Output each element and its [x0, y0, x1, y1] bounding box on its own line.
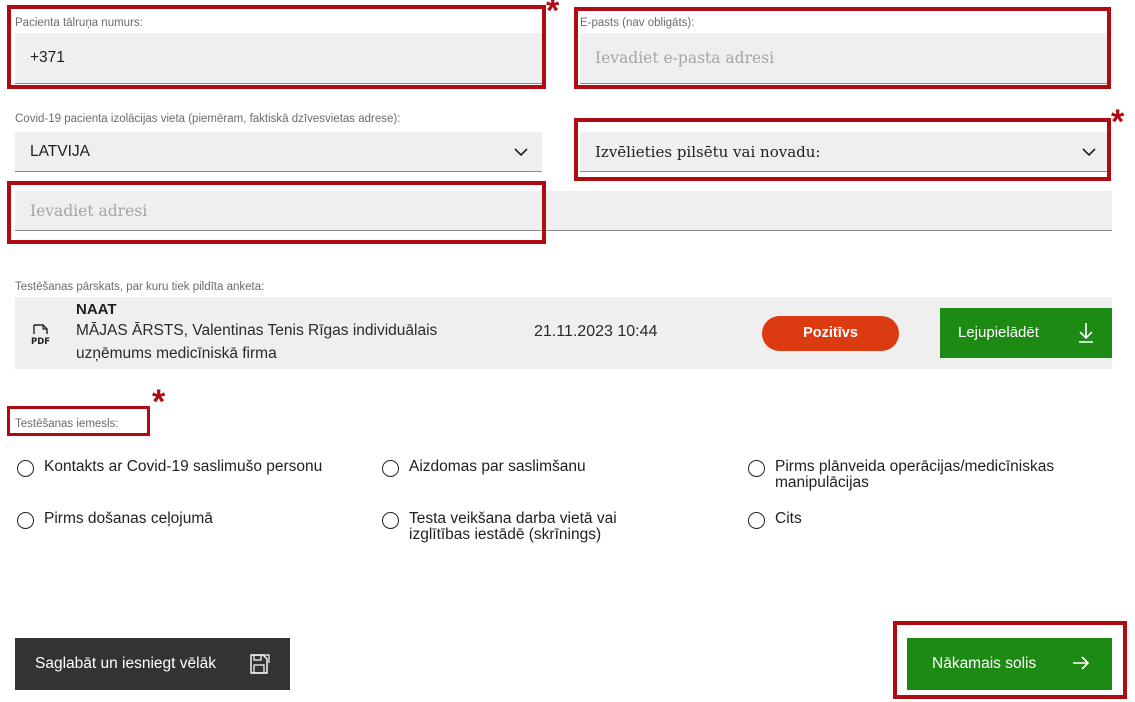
radio-suspicion[interactable]: Aizdomas par saslimšanu — [382, 459, 702, 477]
city-value: Izvēlieties pilsētu vai novadu: — [595, 142, 821, 161]
required-star-phone: * — [546, 0, 560, 30]
phone-value: +371 — [30, 49, 65, 66]
email-label: E-pasts (nav obligāts): — [580, 17, 695, 29]
address-placeholder: Ievadiet adresi — [30, 201, 148, 220]
radio-contact[interactable]: Kontakts ar Covid-19 saslimušo personu — [17, 459, 337, 477]
country-select[interactable]: LATVIJA — [15, 132, 542, 172]
save-later-label: Saglabāt un iesniegt vēlāk — [35, 655, 216, 672]
next-step-label: Nākamais solis — [932, 655, 1037, 672]
chevron-down-icon — [1082, 147, 1096, 156]
radio-other[interactable]: Cits — [748, 511, 948, 529]
report-title: NAAT — [76, 301, 117, 318]
svg-text:PDF: PDF — [31, 337, 50, 346]
download-label: Lejupielādēt — [958, 324, 1039, 341]
city-select[interactable]: Izvēlieties pilsētu vai novadu: — [580, 132, 1110, 172]
radio-travel-label: Pirms došanas ceļojumā — [44, 510, 213, 527]
radio-travel[interactable]: Pirms došanas ceļojumā — [17, 511, 337, 529]
reason-label: Testēšanas iemesls: — [15, 418, 119, 430]
radio-circle[interactable] — [382, 512, 399, 529]
radio-before-surgery[interactable]: Pirms plānveida operācijas/medicīniskas … — [748, 459, 1108, 491]
download-icon — [1079, 323, 1093, 343]
email-input[interactable]: Ievadiet e-pasta adresi — [580, 33, 1110, 84]
country-value: LATVIJA — [30, 142, 91, 160]
required-star-city: * — [1111, 103, 1125, 141]
radio-contact-label: Kontakts ar Covid-19 saslimušo personu — [44, 458, 323, 475]
arrow-right-icon — [1073, 656, 1090, 670]
download-button[interactable]: Lejupielādēt — [940, 308, 1112, 358]
report-datetime: 21.11.2023 10:44 — [534, 323, 658, 340]
email-placeholder: Ievadiet e-pasta adresi — [595, 49, 775, 67]
radio-other-label: Cits — [775, 510, 802, 527]
phone-label: Pacienta tālruņa numurs: — [15, 17, 143, 29]
radio-circle[interactable] — [382, 460, 399, 477]
radio-screening-label: Testa veikšana darba vietā vai izglītība… — [409, 510, 617, 543]
report-description: MĀJAS ĀRSTS, Valentinas Tenis Rīgas indi… — [76, 322, 438, 362]
radio-circle[interactable] — [17, 512, 34, 529]
result-badge: Pozitīvs — [762, 316, 899, 351]
radio-before-surgery-label: Pirms plānveida operācijas/medicīniskas … — [775, 458, 1055, 491]
radio-circle[interactable] — [748, 460, 765, 477]
phone-input[interactable]: +371 — [15, 33, 542, 84]
report-label: Testēšanas pārskats, par kuru tiek pildī… — [15, 281, 265, 293]
address-input[interactable]: Ievadiet adresi — [15, 191, 1112, 231]
save-icon — [250, 654, 270, 674]
save-later-button[interactable]: Saglabāt un iesniegt vēlāk — [15, 638, 290, 690]
report-row: PDF NAAT MĀJAS ĀRSTS, Valentinas Tenis R… — [15, 297, 1112, 369]
isolation-label: Covid-19 pacienta izolācijas vieta (piem… — [15, 113, 401, 125]
pdf-icon: PDF — [31, 324, 50, 346]
radio-suspicion-label: Aizdomas par saslimšanu — [409, 458, 586, 475]
chevron-down-icon — [514, 147, 528, 156]
radio-circle[interactable] — [748, 512, 765, 529]
radio-circle[interactable] — [17, 460, 34, 477]
required-star-reason: * — [152, 383, 166, 421]
next-step-button[interactable]: Nākamais solis — [907, 638, 1112, 690]
radio-screening[interactable]: Testa veikšana darba vietā vai izglītība… — [382, 511, 672, 543]
